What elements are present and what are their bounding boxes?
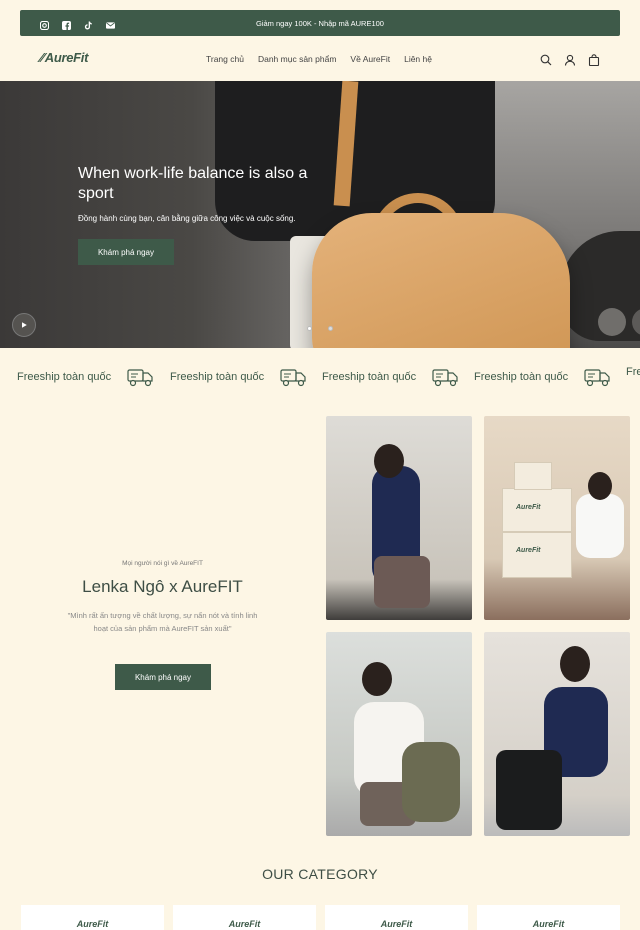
gallery-photo-4[interactable] — [484, 632, 630, 836]
marquee-text: Fre — [626, 366, 640, 378]
photo-bag — [402, 742, 460, 822]
nav-item-home[interactable]: Trang chủ — [206, 54, 244, 64]
header-actions — [540, 53, 600, 67]
category-card[interactable]: AureFit — [173, 905, 316, 930]
testimonial-cta-button[interactable]: Khám phá ngay — [115, 664, 211, 690]
marquee-item: Fre — [626, 366, 640, 378]
photo-box — [502, 532, 572, 578]
category-card-logo: AureFit — [380, 919, 413, 929]
category-card-logo: AureFit — [228, 919, 261, 929]
marquee-item: Freeship toàn quốc — [322, 366, 460, 388]
slide-dot-1[interactable] — [307, 326, 312, 331]
marquee-item: Freeship toàn quốc — [170, 366, 308, 388]
photo-head — [362, 662, 392, 696]
search-icon[interactable] — [540, 53, 552, 66]
slide-next-button[interactable] — [598, 308, 626, 336]
photo-head — [560, 646, 590, 682]
main-nav: Trang chủ Danh mục sản phẩm Về AureFit L… — [206, 54, 432, 64]
photo-bag — [496, 750, 562, 830]
slideshow-play-button[interactable] — [12, 313, 36, 337]
marquee-text: Freeship toàn quốc — [170, 371, 265, 383]
tiktok-icon[interactable] — [84, 17, 93, 30]
delivery-truck-icon — [584, 369, 610, 387]
email-icon[interactable] — [106, 17, 115, 29]
category-card[interactable]: AureFit — [21, 905, 164, 930]
facebook-icon[interactable] — [62, 17, 71, 30]
instagram-icon[interactable] — [39, 17, 50, 31]
nav-item-contact[interactable]: Liên hệ — [404, 54, 432, 64]
testimonial: Mọi người nói gì về AureFIT Lenka Ngô x … — [60, 560, 265, 635]
nav-item-about[interactable]: Về AureFit — [350, 54, 390, 64]
gallery-photo-1[interactable] — [326, 416, 472, 620]
hero-cta-button[interactable]: Khám phá ngay — [78, 239, 174, 265]
user-icon[interactable] — [564, 53, 576, 66]
marquee-text: Freeship toàn quốc — [17, 371, 112, 383]
delivery-truck-icon — [280, 369, 306, 387]
marquee-text: Freeship toàn quốc — [322, 371, 417, 383]
cart-icon[interactable] — [588, 53, 600, 67]
gallery-photo-3[interactable] — [326, 632, 472, 836]
logo-text: AureFit — [44, 50, 89, 65]
nav-item-categories[interactable]: Danh mục sản phẩm — [258, 54, 336, 64]
hero-text: When work-life balance is also a sport Đ… — [78, 164, 328, 223]
category-card-logo: AureFit — [76, 919, 109, 929]
photo-head — [588, 472, 612, 500]
logo[interactable]: ⁄⁄AureFit — [40, 50, 88, 65]
testimonial-quote: "Mình rất ấn tượng về chất lượng, sự nẩn… — [67, 611, 258, 633]
announcement-bar: Giảm ngay 100K - Nhập mã AURE100 — [20, 10, 620, 36]
hero-bag-image — [312, 213, 570, 348]
box-label: AureFit — [516, 547, 541, 554]
marquee-item: Freeship toàn quốc — [17, 366, 155, 388]
slide-dot-2[interactable] — [328, 326, 333, 331]
box-label: AureFit — [516, 504, 541, 511]
logo-mark-icon: ⁄⁄ — [40, 50, 44, 65]
delivery-truck-icon — [127, 369, 153, 387]
photo-figure — [576, 494, 624, 558]
social-links — [39, 17, 115, 31]
freeship-marquee: Freeship toàn quốc Freeship toàn quốc Fr… — [0, 362, 640, 394]
category-title: OUR CATEGORY — [262, 866, 378, 882]
site-header: ⁄⁄AureFit Trang chủ Danh mục sản phẩm Về… — [0, 40, 640, 80]
hero-subtitle: Đồng hành cùng bạn, cân bằng giữa công v… — [78, 214, 296, 223]
testimonial-kicker: Mọi người nói gì về AureFIT — [122, 560, 203, 567]
photo-head — [374, 444, 404, 478]
testimonial-name: Lenka Ngô x AureFIT — [82, 577, 243, 596]
gallery-photo-2[interactable]: AureFit AureFit — [484, 416, 630, 620]
marquee-text: Freeship toàn quốc — [474, 371, 569, 383]
category-card[interactable]: AureFit — [477, 905, 620, 930]
photo-box — [514, 462, 552, 490]
photo-bag — [374, 556, 430, 608]
play-icon — [22, 322, 27, 328]
category-card[interactable]: AureFit — [325, 905, 468, 930]
category-card-logo: AureFit — [532, 919, 565, 929]
delivery-truck-icon — [432, 369, 458, 387]
marquee-item: Freeship toàn quốc — [474, 366, 612, 388]
hero-title: When work-life balance is also a sport — [78, 165, 308, 202]
